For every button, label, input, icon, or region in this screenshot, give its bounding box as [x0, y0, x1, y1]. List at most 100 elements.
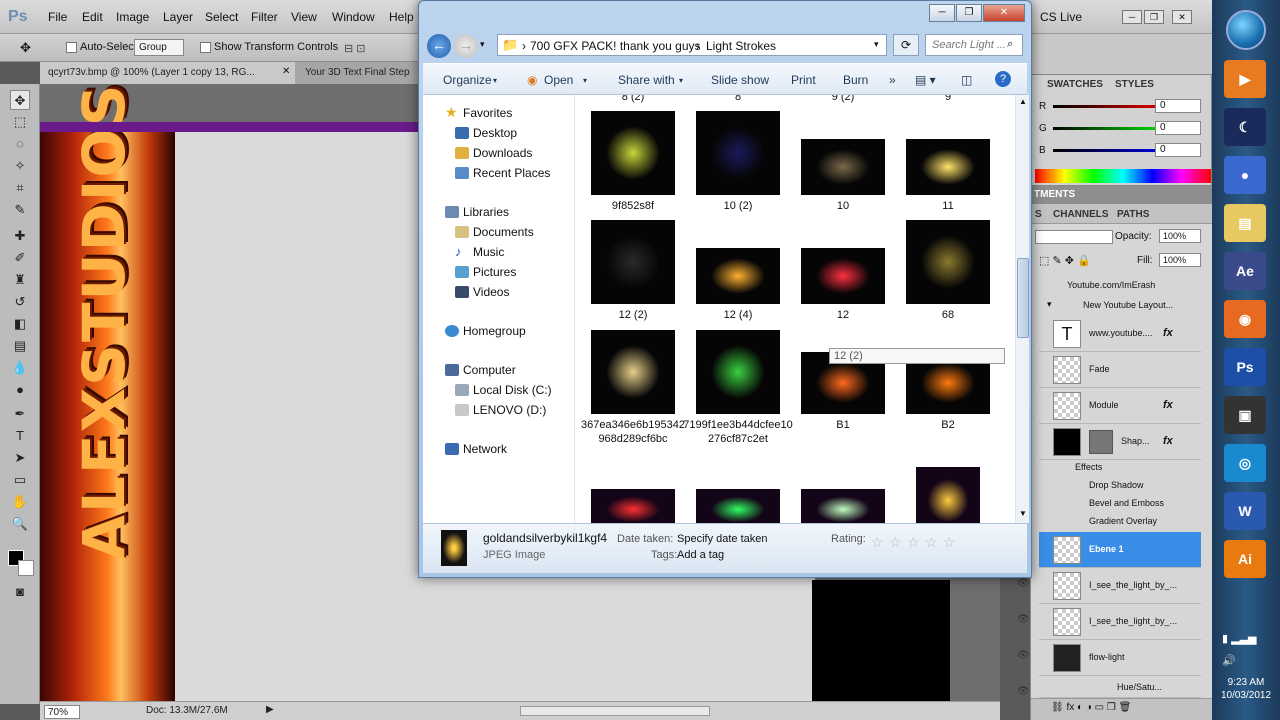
file-caption[interactable]: 12 (4) [683, 308, 793, 322]
nav-pictures[interactable]: Pictures [455, 265, 516, 279]
fx-icon[interactable]: fx [1163, 327, 1173, 339]
recent-pages-icon[interactable]: ▾ [480, 39, 485, 50]
nav-downloads[interactable]: Downloads [455, 146, 532, 160]
open-button[interactable]: Open [544, 73, 573, 87]
rating-star-icon[interactable]: ☆ [907, 534, 920, 551]
path-select-icon[interactable]: ➤ [10, 448, 30, 468]
nav-homegroup[interactable]: Homegroup [445, 324, 526, 338]
layer-row[interactable]: 👁 Hue/Satu... [1017, 676, 1201, 698]
layer-row[interactable]: T www.youtube.... fx [1039, 316, 1201, 352]
taskbar-app-icon[interactable]: ▶ [1224, 60, 1266, 98]
ps-restore-icon[interactable]: ❐ [1144, 10, 1164, 24]
back-icon[interactable]: ← [427, 34, 451, 58]
taskbar-app-icon[interactable]: Ai [1224, 540, 1266, 578]
more-commands-button[interactable]: » [889, 73, 896, 87]
nav-desktop[interactable]: Desktop [455, 126, 517, 140]
file-caption[interactable]: 10 (2) [683, 199, 793, 213]
menu-view[interactable]: View [291, 10, 317, 24]
marquee-tool-icon[interactable]: ⬚ [10, 112, 30, 132]
lasso-tool-icon[interactable]: ◌ [10, 134, 30, 154]
layer-group-row[interactable]: ▾ New Youtube Layout... [1039, 296, 1201, 316]
file-thumbnail[interactable] [591, 111, 675, 195]
auto-select-checkbox[interactable] [66, 42, 77, 53]
cs-live-label[interactable]: CS Live [1040, 10, 1082, 24]
file-thumbnail[interactable] [696, 330, 780, 414]
file-caption[interactable]: 11 [893, 199, 1003, 213]
tab-channels[interactable]: CHANNELS [1053, 209, 1109, 220]
layer-row[interactable]: 👁 I_see_the_light_by_... [1017, 568, 1201, 604]
date-taken-value[interactable]: Specify date taken [677, 533, 768, 545]
layer-row-selected[interactable]: Ebene 1 [1039, 532, 1201, 568]
rating-star-icon[interactable]: ☆ [925, 534, 938, 551]
nav-lenovo-drive[interactable]: LENOVO (D:) [455, 403, 546, 417]
move-tool-icon[interactable]: ✥ [10, 90, 30, 110]
taskbar-app-icon[interactable]: ◉ [1224, 300, 1266, 338]
menu-help[interactable]: Help [389, 10, 414, 24]
system-clock[interactable]: 9:23 AM 10/03/2012 [1212, 676, 1280, 702]
ps-minimize-icon[interactable]: ─ [1122, 10, 1142, 24]
green-value[interactable]: 0 [1155, 121, 1201, 135]
nav-network[interactable]: Network [445, 442, 507, 456]
color-spectrum[interactable] [1035, 169, 1211, 183]
share-with-button[interactable]: Share with [618, 73, 675, 87]
scroll-down-icon[interactable]: ▼ [1019, 509, 1027, 518]
start-button-icon[interactable] [1226, 10, 1266, 50]
file-thumbnail[interactable] [801, 248, 885, 304]
nav-favorites[interactable]: ★ Favorites [445, 104, 512, 120]
file-thumbnail[interactable] [801, 489, 885, 523]
file-thumbnail[interactable] [591, 330, 675, 414]
opacity-field[interactable]: 100% [1159, 229, 1201, 243]
ps-close-icon[interactable]: ✕ [1172, 10, 1192, 24]
file-caption[interactable]: 9 [893, 95, 1003, 104]
tab-adjustments[interactable]: TMENTS [1034, 189, 1075, 200]
menu-image[interactable]: Image [116, 10, 149, 24]
tab-paths[interactable]: PATHS [1117, 209, 1149, 220]
align-icons[interactable]: ⊟ ⊡ [344, 42, 366, 55]
type-tool-icon[interactable]: T [10, 426, 30, 446]
history-brush-icon[interactable]: ↺ [10, 292, 30, 312]
rating-star-icon[interactable]: ☆ [889, 534, 902, 551]
help-icon[interactable]: ? [995, 71, 1011, 87]
tray-icons[interactable]: ▮ ▂▃▅ [1222, 632, 1257, 645]
effect-drop-shadow[interactable]: Drop Shadow [1089, 480, 1144, 496]
nav-recent-places[interactable]: Recent Places [455, 166, 550, 180]
refresh-icon[interactable]: ⟳ [893, 34, 919, 56]
magic-wand-icon[interactable]: ✧ [10, 156, 30, 176]
vertical-scrollbar[interactable]: ▲ ▼ [1015, 95, 1029, 523]
file-caption[interactable]: 9 (2) [788, 95, 898, 104]
crop-tool-icon[interactable]: ⌗ [10, 178, 30, 198]
dodge-tool-icon[interactable]: ● [10, 380, 30, 400]
search-icon[interactable]: ⌕ [1007, 38, 1013, 51]
lock-icons[interactable]: ⬚ ✎ ✥ 🔒 [1039, 254, 1091, 267]
hand-tool-icon[interactable]: ✋ [10, 492, 30, 512]
nav-computer[interactable]: Computer [445, 363, 516, 377]
effect-bevel-emboss[interactable]: Bevel and Emboss [1089, 498, 1164, 514]
tab-styles[interactable]: STYLES [1115, 79, 1154, 90]
fill-field[interactable]: 100% [1159, 253, 1201, 267]
tab-layers[interactable]: S [1035, 209, 1042, 220]
status-arrow-icon[interactable]: ▶ [266, 704, 274, 715]
quick-mask-icon[interactable]: ◙ [10, 582, 30, 602]
preview-pane-icon[interactable]: ◫ [961, 73, 972, 87]
visibility-eye-icon[interactable]: 👁 [1017, 614, 1030, 625]
breadcrumb-gfx-pack[interactable]: 700 GFX PACK! thank you guys [530, 39, 701, 53]
file-caption[interactable]: 12 (2) [578, 308, 688, 322]
pen-tool-icon[interactable]: ✒ [10, 404, 30, 424]
breadcrumb-light-strokes[interactable]: Light Strokes [706, 39, 776, 53]
nav-libraries[interactable]: Libraries [445, 205, 509, 219]
file-thumbnail[interactable] [906, 220, 990, 304]
layer-row[interactable]: Shap... fx [1039, 424, 1201, 460]
taskbar-app-icon[interactable]: ● [1224, 156, 1266, 194]
file-thumbnail[interactable] [916, 467, 980, 523]
file-caption[interactable]: 8 [683, 95, 793, 104]
move-tool-icon[interactable]: ✥ [20, 40, 31, 56]
effect-gradient-overlay[interactable]: Gradient Overlay [1089, 516, 1157, 532]
close-icon[interactable]: ✕ [983, 4, 1025, 22]
taskbar-app-icon[interactable]: ◎ [1224, 444, 1266, 482]
views-icon[interactable]: ▤ ▾ [915, 73, 936, 87]
file-thumbnail[interactable] [591, 220, 675, 304]
menu-window[interactable]: Window [332, 10, 375, 24]
taskbar-app-icon[interactable]: ☾ [1224, 108, 1266, 146]
nav-videos[interactable]: Videos [455, 285, 509, 299]
close-tab-icon[interactable]: ✕ [282, 66, 290, 77]
